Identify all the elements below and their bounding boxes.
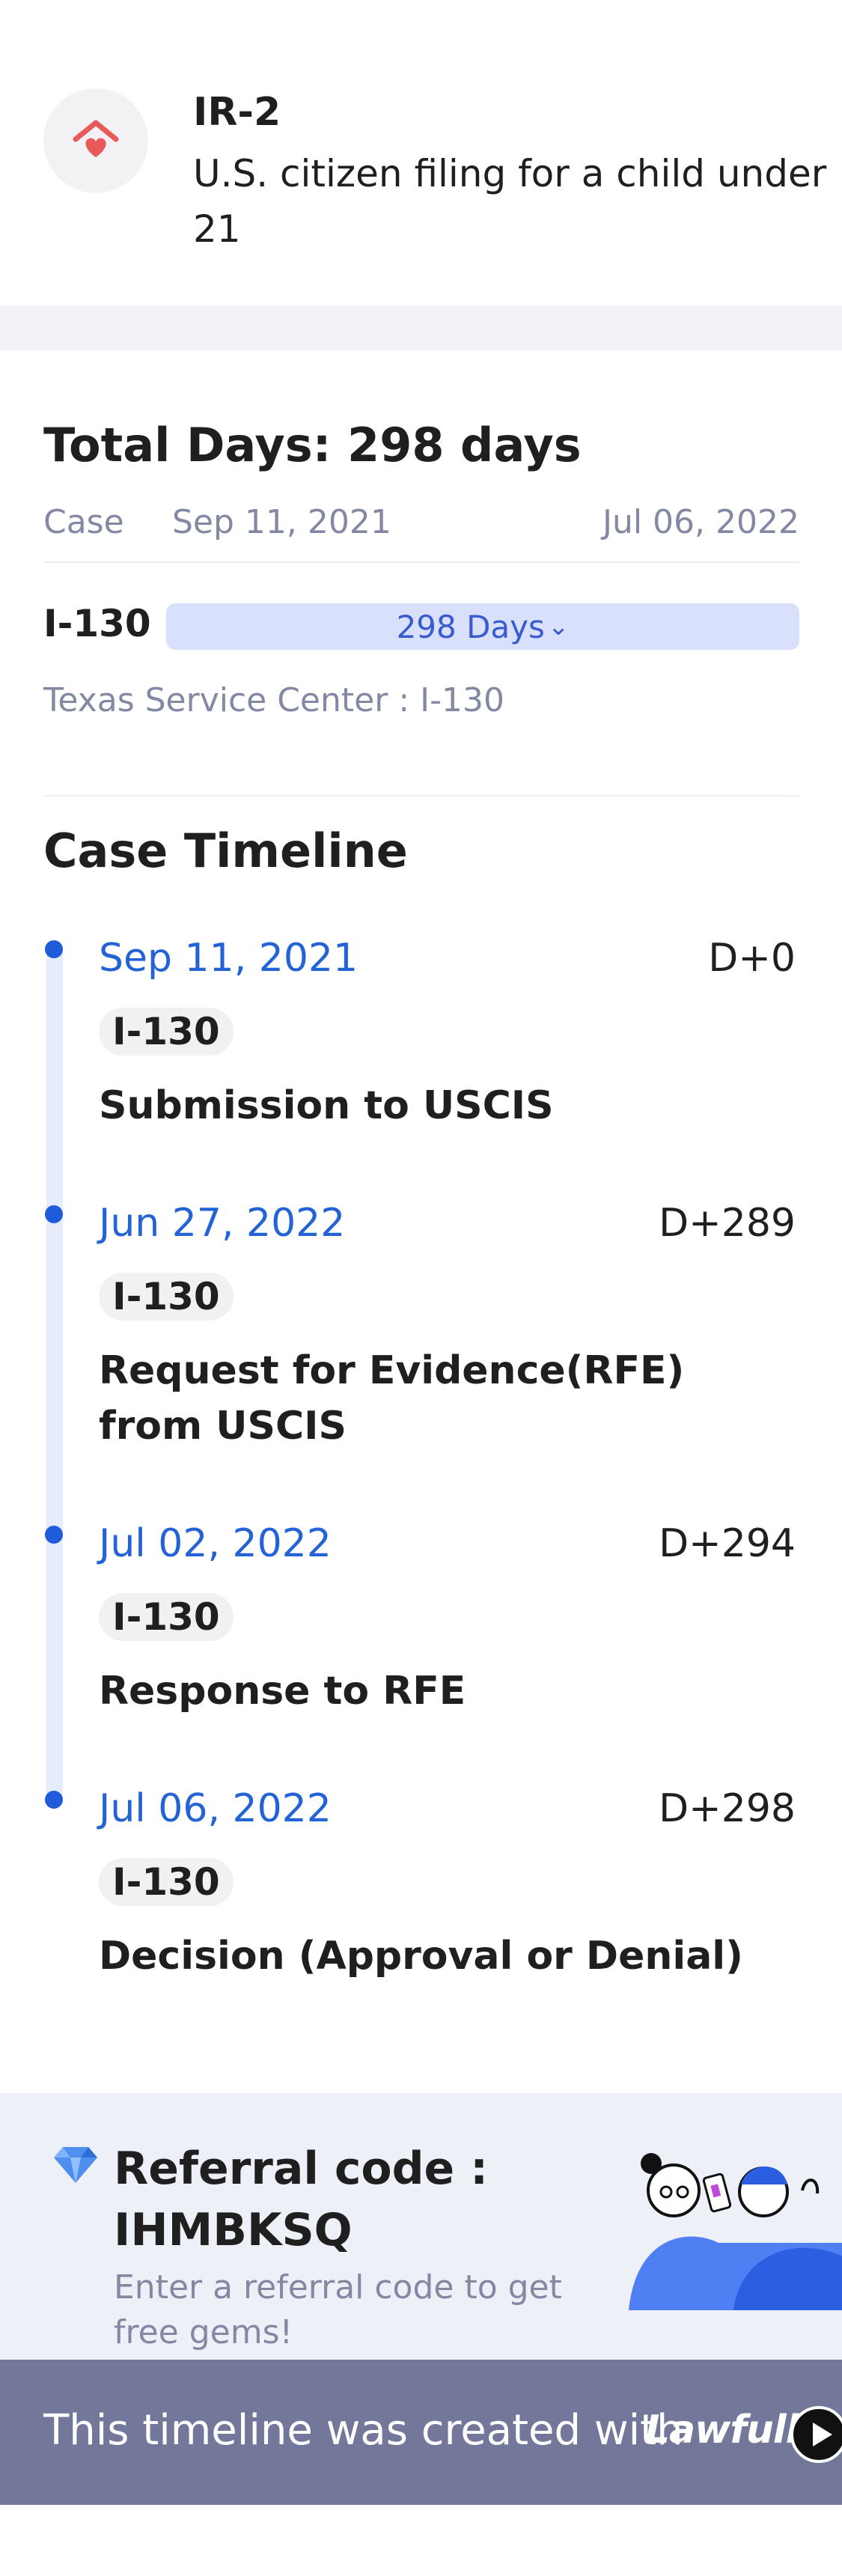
- referral-subtitle: Enter a referral code to get free gems!: [114, 2268, 562, 2351]
- service-center-label: Texas Service Center : I-130: [43, 681, 504, 719]
- duration-bar[interactable]: 298 Days ⌄: [166, 603, 799, 650]
- timeline-description: Decision (Approval or Denial): [99, 1934, 743, 1979]
- timeline-dot: [45, 940, 63, 958]
- total-days-heading: Total Days: 298 days: [43, 418, 582, 472]
- timeline-form-tag: I-130: [99, 1858, 234, 1906]
- people-illustration: [629, 2153, 842, 2310]
- chevron-down-icon: ⌄: [547, 612, 570, 642]
- footer-text: This timeline was created with: [43, 2406, 683, 2455]
- timeline-day-offset: D+0: [708, 936, 796, 981]
- gem-icon: [54, 2147, 97, 2183]
- timeline-date: Jun 27, 2022: [99, 1201, 346, 1246]
- timeline-dot: [45, 1791, 63, 1809]
- case-range-row: Case Sep 11, 2021 Jul 06, 2022: [43, 503, 799, 548]
- timeline-dot: [45, 1205, 63, 1223]
- timeline-day-offset: D+289: [659, 1201, 796, 1246]
- play-icon[interactable]: [790, 2406, 842, 2463]
- referral-card[interactable]: Referral code : IHMBKSQ Enter a referral…: [0, 2093, 842, 2360]
- divider: [43, 561, 799, 563]
- timeline-day-offset: D+298: [659, 1786, 796, 1831]
- timeline-date: Sep 11, 2021: [99, 936, 359, 981]
- timeline-date: Jul 06, 2022: [99, 1786, 332, 1831]
- divider: [43, 795, 799, 797]
- visa-icon-container: [43, 88, 148, 193]
- visa-header: IR-2 U.S. citizen filing for a child und…: [0, 0, 842, 305]
- timeline-form-tag: I-130: [99, 1593, 234, 1641]
- case-start-date: Sep 11, 2021: [172, 503, 391, 541]
- timeline-form-tag: I-130: [99, 1273, 234, 1321]
- timeline-description: Request for Evidence(RFE) from USCIS: [99, 1348, 685, 1449]
- timeline-dot: [45, 1526, 63, 1544]
- timeline-description: Submission to USCIS: [99, 1083, 554, 1128]
- form-duration-row: I-130 298 Days ⌄: [43, 599, 799, 656]
- timeline-description: Response to RFE: [99, 1669, 466, 1714]
- case-end-date: Jul 06, 2022: [602, 503, 799, 541]
- visa-code: IR-2: [193, 90, 281, 135]
- timeline-form-tag: I-130: [99, 1008, 234, 1056]
- case-label: Case: [43, 503, 124, 541]
- house-heart-icon: [73, 120, 119, 157]
- timeline-track: [46, 949, 63, 1803]
- form-name: I-130: [43, 602, 151, 645]
- duration-bar-label: 298 Days: [396, 608, 545, 645]
- timeline-title: Case Timeline: [43, 823, 408, 878]
- visa-description: U.S. citizen filing for a child under 21: [193, 152, 827, 251]
- timeline-date: Jul 02, 2022: [99, 1521, 332, 1566]
- footer-banner[interactable]: This timeline was created with Lawfully: [0, 2360, 842, 2505]
- section-divider: [0, 305, 842, 350]
- timeline-day-offset: D+294: [659, 1521, 796, 1566]
- referral-code-title: Referral code : IHMBKSQ: [114, 2143, 489, 2256]
